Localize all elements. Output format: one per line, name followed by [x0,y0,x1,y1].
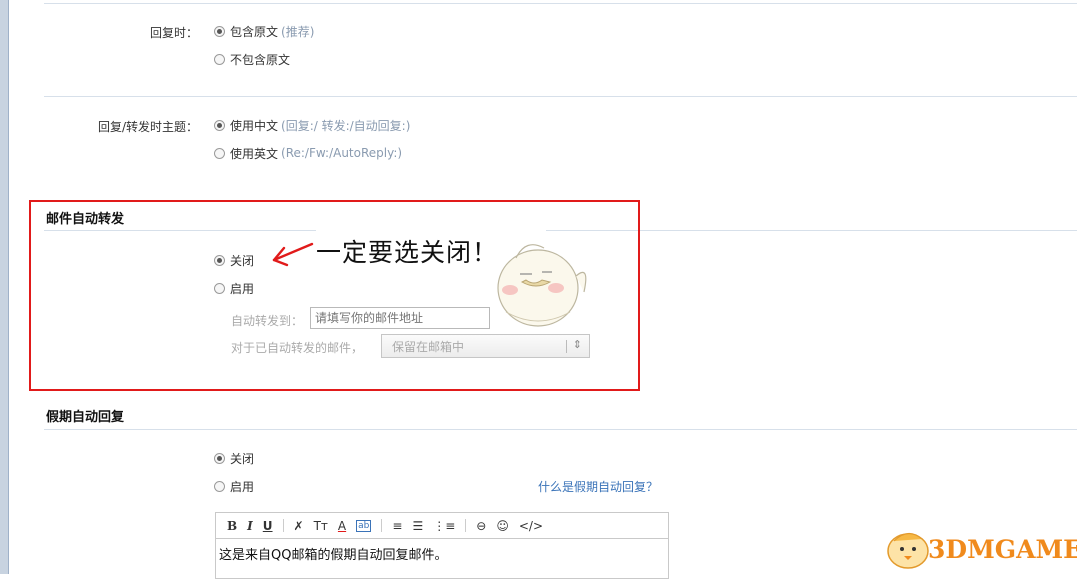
numbered-list-icon[interactable]: ⋮≡ [433,519,455,533]
vacation-section-title: 假期自动回复 [46,410,125,425]
subject-chinese-label: 使用中文 [230,118,279,133]
divider-top [44,3,1077,4]
reply-recommended-hint: (推荐) [281,24,315,39]
reply-include-original-label: 包含原文 [230,24,279,39]
watermark-text: 3DMGAME [928,535,1077,564]
vacation-help-link[interactable]: 什么是假期自动回复？ [538,478,658,495]
reply-exclude-original-label: 不包含原文 [230,52,291,67]
clear-format-icon[interactable]: ✗ [294,519,304,533]
font-color-icon[interactable]: A [338,519,346,533]
radio-selected-icon[interactable] [214,452,225,464]
italic-icon[interactable]: I [247,519,253,533]
subject-english-label: 使用英文 [230,146,279,161]
reply-label: 回复时： [149,26,198,40]
align-icon[interactable]: ≡ [392,519,402,533]
subject-english-option[interactable]: 使用英文 (Re:/Fw:/AutoReply:) [214,144,402,162]
subject-chinese-hint: (回复:/ 转发:/自动回复:) [281,118,411,133]
left-edge-bar [0,0,9,574]
subject-label: 回复/转发时主题： [97,120,198,134]
radio-selected-icon[interactable] [214,25,225,37]
subject-chinese-option[interactable]: 使用中文 (回复:/ 转发:/自动回复:) [214,116,410,134]
underline-icon[interactable]: U [263,519,273,533]
radio-selected-icon[interactable] [214,119,225,131]
watermark: 3DMGAME [884,523,1077,573]
subject-english-hint: (Re:/Fw:/AutoReply:) [281,146,403,160]
radio-icon[interactable] [214,53,225,65]
html-source-icon[interactable]: </> [519,519,543,533]
radio-icon[interactable] [214,480,225,492]
toolbar-separator [465,519,467,532]
divider-vacation [44,429,1077,430]
toolbar-separator [381,519,383,532]
background-color-icon[interactable]: ab [356,519,372,532]
vacation-off-label: 关闭 [230,451,255,466]
emoji-icon[interactable]: ☺ [496,519,509,533]
vacation-on-option[interactable]: 启用 [214,477,254,495]
editor-toolbar: B I U ✗ Tт A ab ≡ ☰ ⋮≡ ⊖ ☺ </> [215,512,669,539]
radio-icon[interactable] [214,147,225,159]
toolbar-separator [282,519,284,532]
divider-reply [44,96,1077,97]
link-icon[interactable]: ⊖ [476,519,486,533]
bullet-list-icon[interactable]: ☰ [412,519,423,533]
vacation-message-editor[interactable]: 这是来自QQ邮箱的假期自动回复邮件。 [215,539,669,579]
watermark-chick-icon [887,532,929,569]
reply-exclude-original-option[interactable]: 不包含原文 [214,50,290,68]
bold-icon[interactable]: B [227,519,237,533]
vacation-off-option[interactable]: 关闭 [214,449,254,467]
reply-include-original-option[interactable]: 包含原文 (推荐) [214,22,314,40]
highlight-box [29,200,640,391]
font-size-icon[interactable]: Tт [314,519,328,533]
vacation-on-label: 启用 [230,479,255,494]
